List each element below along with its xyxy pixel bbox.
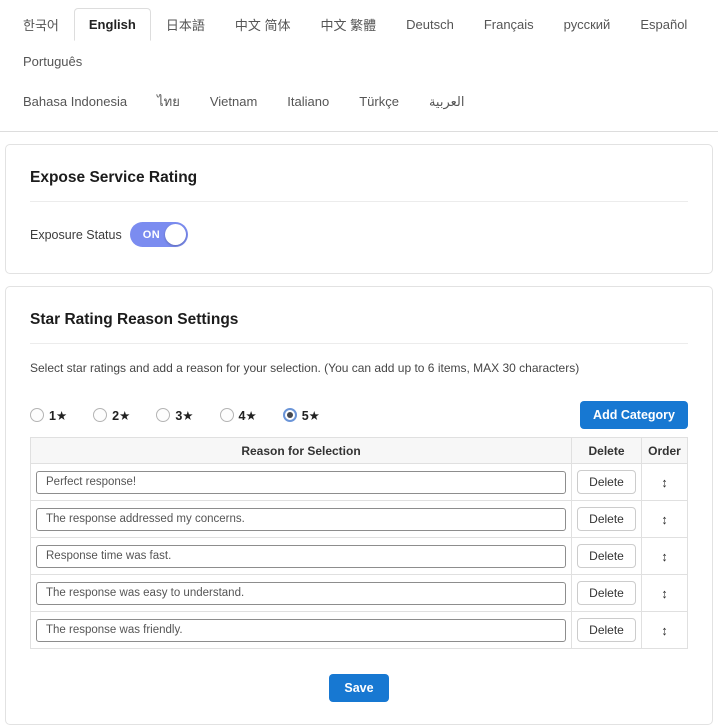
tab-indonesian[interactable]: Bahasa Indonesia	[8, 85, 142, 118]
exposure-status-toggle[interactable]: ON	[130, 222, 188, 247]
star-card-description: Select star ratings and add a reason for…	[30, 361, 688, 375]
rating-radio-label: 4★	[239, 408, 257, 423]
tab-spanish[interactable]: Español	[625, 8, 702, 41]
tab-russian[interactable]: русский	[549, 8, 626, 41]
tab-arabic[interactable]: العربية	[414, 85, 480, 119]
radio-icon	[93, 408, 107, 422]
tab-italian[interactable]: Italiano	[272, 85, 344, 118]
tab-english[interactable]: English	[74, 8, 151, 41]
reason-input-2[interactable]	[36, 508, 566, 531]
rating-radio-5star[interactable]: 5★	[283, 408, 320, 423]
rating-radio-label: 2★	[112, 408, 130, 423]
header-reason: Reason for Selection	[31, 438, 572, 464]
reason-input-4[interactable]	[36, 582, 566, 605]
rating-radio-3star[interactable]: 3★	[156, 408, 193, 423]
delete-button-2[interactable]: Delete	[577, 507, 636, 531]
star-rating-settings-card: Star Rating Reason Settings Select star …	[5, 286, 713, 725]
reason-input-3[interactable]	[36, 545, 566, 568]
save-button[interactable]: Save	[329, 674, 388, 702]
table-header-row: Reason for Selection Delete Order	[31, 438, 688, 464]
save-row: Save	[24, 674, 694, 702]
radio-icon	[30, 408, 44, 422]
rating-controls-row: 1★ 2★ 3★ 4★ 5★ Add Category	[30, 401, 688, 429]
reason-input-1[interactable]	[36, 471, 566, 494]
rating-radio-4star[interactable]: 4★	[220, 408, 257, 423]
radio-icon	[220, 408, 234, 422]
tab-turkish[interactable]: Türkçe	[344, 85, 414, 118]
tab-vietnamese[interactable]: Vietnam	[195, 85, 272, 118]
card-divider	[30, 343, 688, 344]
table-row: Delete ↕	[31, 501, 688, 538]
rating-radio-label: 1★	[49, 408, 67, 423]
expose-card-title: Expose Service Rating	[24, 165, 694, 187]
exposure-status-label: Exposure Status	[30, 228, 122, 242]
toggle-on-label: ON	[143, 229, 161, 241]
drag-handle-icon[interactable]: ↕	[661, 549, 668, 564]
tab-chinese-simplified[interactable]: 中文 简体	[220, 6, 306, 43]
tab-japanese[interactable]: 日本語	[151, 6, 220, 43]
exposure-status-row: Exposure Status ON	[30, 222, 688, 247]
tab-french[interactable]: Français	[469, 8, 549, 41]
toggle-knob-icon	[165, 224, 186, 245]
table-row: Delete ↕	[31, 464, 688, 501]
table-row: Delete ↕	[31, 538, 688, 575]
drag-handle-icon[interactable]: ↕	[661, 475, 668, 490]
star-card-title: Star Rating Reason Settings	[24, 307, 694, 329]
star-rating-radio-group: 1★ 2★ 3★ 4★ 5★	[30, 408, 320, 423]
rating-radio-label: 3★	[175, 408, 193, 423]
rating-radio-2star[interactable]: 2★	[93, 408, 130, 423]
drag-handle-icon[interactable]: ↕	[661, 586, 668, 601]
drag-handle-icon[interactable]: ↕	[661, 512, 668, 527]
tab-chinese-traditional[interactable]: 中文 繁體	[305, 6, 391, 43]
delete-button-1[interactable]: Delete	[577, 470, 636, 494]
reason-input-5[interactable]	[36, 619, 566, 642]
rating-radio-1star[interactable]: 1★	[30, 408, 67, 423]
expose-service-rating-card: Expose Service Rating Exposure Status ON	[5, 144, 713, 274]
header-delete: Delete	[572, 438, 642, 464]
language-tabbar: 한국어 English 日本語 中文 简体 中文 繁體 Deutsch Fran…	[0, 0, 718, 132]
rating-radio-label: 5★	[302, 408, 320, 423]
delete-button-3[interactable]: Delete	[577, 544, 636, 568]
tab-thai[interactable]: ไทย	[142, 82, 195, 121]
tab-korean[interactable]: 한국어	[8, 6, 74, 43]
add-category-button[interactable]: Add Category	[580, 401, 688, 429]
delete-button-4[interactable]: Delete	[577, 581, 636, 605]
card-divider	[30, 201, 688, 202]
tab-german[interactable]: Deutsch	[391, 8, 469, 41]
delete-button-5[interactable]: Delete	[577, 618, 636, 642]
radio-selected-icon	[283, 408, 297, 422]
table-row: Delete ↕	[31, 612, 688, 649]
header-order: Order	[642, 438, 688, 464]
drag-handle-icon[interactable]: ↕	[661, 623, 668, 638]
reason-table: Reason for Selection Delete Order Delete…	[30, 437, 688, 649]
tab-portuguese[interactable]: Português	[8, 45, 97, 78]
radio-icon	[156, 408, 170, 422]
table-row: Delete ↕	[31, 575, 688, 612]
